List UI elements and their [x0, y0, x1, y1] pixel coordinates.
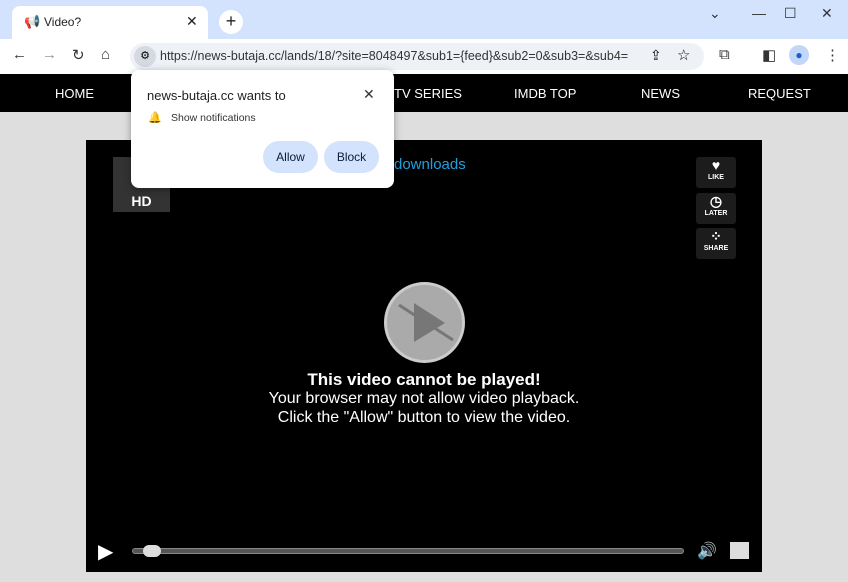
share-label: SHARE: [703, 245, 729, 252]
notification-permission-popup: news-butaja.cc wants to ✕ 🔔 Show notific…: [131, 70, 394, 188]
later-button[interactable]: ◷ LATER: [696, 193, 736, 224]
profile-avatar[interactable]: ●: [789, 45, 809, 65]
block-button[interactable]: Block: [324, 141, 379, 173]
address-bar[interactable]: ⚙ https://news-butaja.cc/lands/18/?site=…: [130, 43, 704, 70]
later-label: LATER: [704, 210, 728, 217]
like-button[interactable]: ♥ LIKE: [696, 157, 736, 188]
play-icon[interactable]: ▶: [98, 539, 113, 564]
site-info-icon[interactable]: ⚙: [134, 46, 156, 67]
close-tab-icon[interactable]: ✕: [186, 13, 198, 30]
fullscreen-icon[interactable]: [730, 542, 749, 559]
back-icon[interactable]: ←: [12, 46, 27, 63]
error-message: This video cannot be played! Your browse…: [86, 370, 762, 427]
close-popup-icon[interactable]: ✕: [363, 86, 375, 103]
nav-request[interactable]: REQUEST: [748, 86, 811, 101]
nav-news[interactable]: NEWS: [641, 86, 680, 101]
popup-title: news-butaja.cc wants to: [147, 88, 286, 103]
nav-tv-series[interactable]: TV SERIES: [394, 86, 462, 101]
volume-icon[interactable]: 🔊: [697, 541, 717, 561]
nav-home[interactable]: HOME: [55, 86, 94, 101]
seek-bar[interactable]: [132, 548, 684, 554]
tab-title: Video?: [44, 15, 82, 29]
error-line-1: Your browser may not allow video playbac…: [268, 390, 580, 407]
reload-icon[interactable]: ↻: [72, 46, 85, 64]
nav-imdb-top[interactable]: IMDB TOP: [514, 86, 576, 101]
error-title: This video cannot be played!: [307, 370, 541, 389]
home-icon[interactable]: ⌂: [101, 46, 110, 63]
disabled-play-icon[interactable]: [384, 282, 465, 363]
url-text[interactable]: https://news-butaja.cc/lands/18/?site=80…: [160, 49, 628, 63]
share-button[interactable]: ⁘ SHARE: [696, 228, 736, 259]
heart-icon: ♥: [711, 157, 721, 173]
tab-search-icon[interactable]: ⌄: [709, 5, 721, 22]
like-label: LIKE: [708, 174, 724, 181]
extensions-icon[interactable]: ⧉: [719, 46, 730, 63]
new-tab-button[interactable]: +: [219, 10, 243, 34]
forward-icon[interactable]: →: [42, 46, 57, 63]
share-icon[interactable]: ⇪: [650, 47, 662, 64]
downloads-link[interactable]: downloads: [394, 156, 466, 173]
maximize-icon[interactable]: ☐: [784, 5, 797, 22]
bell-icon: 🔔: [148, 112, 162, 124]
side-panel-icon[interactable]: ◧: [762, 46, 776, 64]
permission-text: Show notifications: [171, 112, 256, 124]
allow-button[interactable]: Allow: [263, 141, 318, 173]
close-window-icon[interactable]: ✕: [821, 5, 833, 22]
menu-icon[interactable]: ⋮: [825, 46, 840, 64]
error-line-2: Click the "Allow" button to view the vid…: [277, 409, 571, 426]
clock-icon: ◷: [709, 193, 723, 209]
share-dots-icon: ⁘: [710, 228, 722, 244]
bookmark-star-icon[interactable]: ☆: [677, 46, 690, 64]
browser-tab[interactable]: 📢 Video? ✕: [12, 6, 208, 39]
megaphone-icon: 📢: [24, 14, 41, 29]
minimize-icon[interactable]: —: [752, 5, 766, 21]
seek-handle[interactable]: [143, 545, 162, 557]
